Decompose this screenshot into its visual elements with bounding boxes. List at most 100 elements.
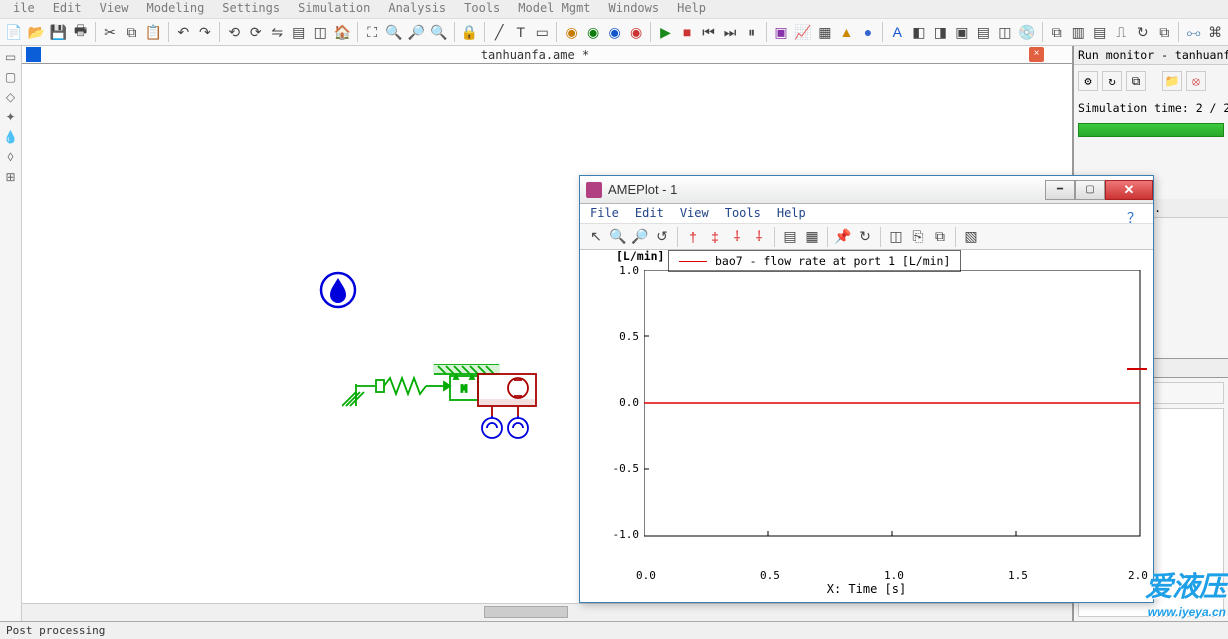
help-icon[interactable]: ？ — [1127, 208, 1143, 224]
globe-icon[interactable]: ● — [859, 22, 878, 42]
palette-icon-3[interactable]: ◇ — [2, 88, 20, 106]
menu-view[interactable]: View — [91, 0, 138, 18]
app5-icon[interactable]: ▤ — [974, 22, 993, 42]
menu-modeling[interactable]: Modeling — [138, 0, 214, 18]
fit-icon[interactable]: ⛶ — [363, 22, 382, 42]
menu-model-mgmt[interactable]: Model Mgmt — [509, 0, 599, 18]
props-icon[interactable]: ▤ — [780, 227, 800, 247]
mode-sketch-icon[interactable]: ◉ — [562, 22, 581, 42]
palette-icon-1[interactable]: ▭ — [2, 48, 20, 66]
marker2-icon[interactable]: ‡ — [705, 227, 725, 247]
zoom-icon[interactable]: 🔍 — [608, 227, 628, 247]
close-button[interactable]: ✕ — [1105, 180, 1153, 200]
main-menu-bar[interactable]: ile Edit View Modeling Settings Simulati… — [0, 0, 1228, 18]
copy-plot-icon[interactable]: ⧉ — [930, 227, 950, 247]
rotate-right-icon[interactable]: ⟳ — [247, 22, 266, 42]
pin-icon[interactable]: 📌 — [833, 227, 853, 247]
cone-icon[interactable]: ▲ — [837, 22, 856, 42]
palette-icon-7[interactable]: ⊞ — [2, 168, 20, 186]
paste-icon[interactable]: 📋 — [144, 22, 163, 42]
pause-icon[interactable]: ⏸ — [742, 22, 761, 42]
box-icon[interactable]: ▭ — [533, 22, 552, 42]
menu-help[interactable]: Help — [668, 0, 715, 18]
disc-icon[interactable]: 💿 — [1017, 22, 1036, 42]
lock-icon[interactable]: 🔒 — [460, 22, 479, 42]
plot-icon[interactable]: ▣ — [772, 22, 791, 42]
plot-menu-help[interactable]: Help — [777, 206, 806, 221]
app3-icon[interactable]: ◨ — [931, 22, 950, 42]
export-icon[interactable]: ⎘ — [908, 227, 928, 247]
plot-menu-file[interactable]: File — [590, 206, 619, 221]
rm-copy-icon[interactable]: ⧉ — [1126, 71, 1146, 91]
reload-icon[interactable]: ↻ — [1133, 22, 1152, 42]
close-tab-button[interactable]: × — [1029, 47, 1044, 62]
palette-icon[interactable]: ◫ — [886, 227, 906, 247]
palette-icon-4[interactable]: ✦ — [2, 108, 20, 126]
fwd-icon[interactable]: ⏭ — [721, 22, 740, 42]
minimize-button[interactable]: ━ — [1045, 180, 1075, 200]
new-icon[interactable]: 📄 — [4, 22, 23, 42]
redo-icon[interactable]: ↷ — [196, 22, 215, 42]
app6-icon[interactable]: ◫ — [996, 22, 1015, 42]
cascade-icon[interactable]: ⧉ — [1047, 22, 1066, 42]
zoom-area-icon[interactable]: 🔎 — [630, 227, 650, 247]
mode-param-icon[interactable]: ◉ — [605, 22, 624, 42]
marker4-icon[interactable]: ⸸ — [749, 227, 769, 247]
rm-refresh-icon[interactable]: ↻ — [1102, 71, 1122, 91]
cut-icon[interactable]: ✂ — [101, 22, 120, 42]
menu-windows[interactable]: Windows — [600, 0, 669, 18]
rm-stop-icon[interactable]: ⦻ — [1186, 71, 1206, 91]
zoom-in-icon[interactable]: 🔍 — [384, 22, 403, 42]
dup-icon[interactable]: ⧉ — [1155, 22, 1174, 42]
plot-menu-edit[interactable]: Edit — [635, 206, 664, 221]
spring-mass-pump-block[interactable]: M — [342, 364, 557, 449]
ameplot-window[interactable]: AMEPlot - 1 ━ ▢ ✕ File Edit View Tools H… — [579, 175, 1154, 603]
back-icon[interactable]: ⏮ — [699, 22, 718, 42]
undo-icon[interactable]: ↶ — [174, 22, 193, 42]
copy-icon[interactable]: ⧉ — [122, 22, 141, 42]
menu-analysis[interactable]: Analysis — [379, 0, 455, 18]
open-icon[interactable]: 📂 — [26, 22, 45, 42]
flip-h-icon[interactable]: ⇋ — [268, 22, 287, 42]
print-icon[interactable]: 🖶 — [71, 22, 90, 42]
menu-edit[interactable]: Edit — [44, 0, 91, 18]
palette-icon-2[interactable]: ▢ — [2, 68, 20, 86]
search-icon[interactable]: 🔍 — [429, 22, 448, 42]
canvas-horizontal-scrollbar[interactable] — [22, 603, 1072, 621]
chart-icon[interactable]: 📈 — [793, 22, 812, 42]
menu-simulation[interactable]: Simulation — [289, 0, 379, 18]
zoom-out-icon[interactable]: 🔎 — [407, 22, 426, 42]
stop-icon[interactable]: ■ — [678, 22, 697, 42]
rm-folder-icon[interactable]: 📁 — [1162, 71, 1182, 91]
maximize-button[interactable]: ▢ — [1075, 180, 1105, 200]
save-icon[interactable]: 💾 — [49, 22, 68, 42]
plot-area[interactable]: [L/min] bao7 - flow rate at port 1 [L/mi… — [584, 252, 1149, 596]
app1-icon[interactable]: A — [888, 22, 907, 42]
plot-menu-bar[interactable]: File Edit View Tools Help — [580, 204, 1153, 224]
extra-icon[interactable]: ▧ — [961, 227, 981, 247]
cursor-icon[interactable]: ↖ — [586, 227, 606, 247]
grid-icon[interactable]: ▦ — [802, 227, 822, 247]
mode-submodel-icon[interactable]: ◉ — [584, 22, 603, 42]
mode-sim-icon[interactable]: ◉ — [627, 22, 646, 42]
menu-settings[interactable]: Settings — [213, 0, 289, 18]
plot-legend[interactable]: bao7 - flow rate at port 1 [L/min] — [668, 250, 961, 272]
marker1-icon[interactable]: † — [683, 227, 703, 247]
text-icon[interactable]: T — [511, 22, 530, 42]
script-icon[interactable]: ⌘ — [1206, 22, 1225, 42]
menu-file[interactable]: ile — [4, 0, 44, 18]
home-icon[interactable]: 🏠 — [333, 22, 352, 42]
app4-icon[interactable]: ▣ — [953, 22, 972, 42]
layers-icon[interactable]: ▤ — [290, 22, 309, 42]
python-icon[interactable]: ⧟ — [1184, 22, 1203, 42]
refresh-icon[interactable]: ↻ — [855, 227, 875, 247]
line-icon[interactable]: ╱ — [490, 22, 509, 42]
plot-window-titlebar[interactable]: AMEPlot - 1 ━ ▢ ✕ — [580, 176, 1153, 204]
app2-icon[interactable]: ◧ — [910, 22, 929, 42]
autoscale-icon[interactable]: ↺ — [652, 227, 672, 247]
tile-h-icon[interactable]: ▥ — [1069, 22, 1088, 42]
fluid-properties-block[interactable] — [318, 270, 358, 310]
plot-menu-tools[interactable]: Tools — [725, 206, 761, 221]
tile-v-icon[interactable]: ▤ — [1090, 22, 1109, 42]
run-icon[interactable]: ▶ — [656, 22, 675, 42]
